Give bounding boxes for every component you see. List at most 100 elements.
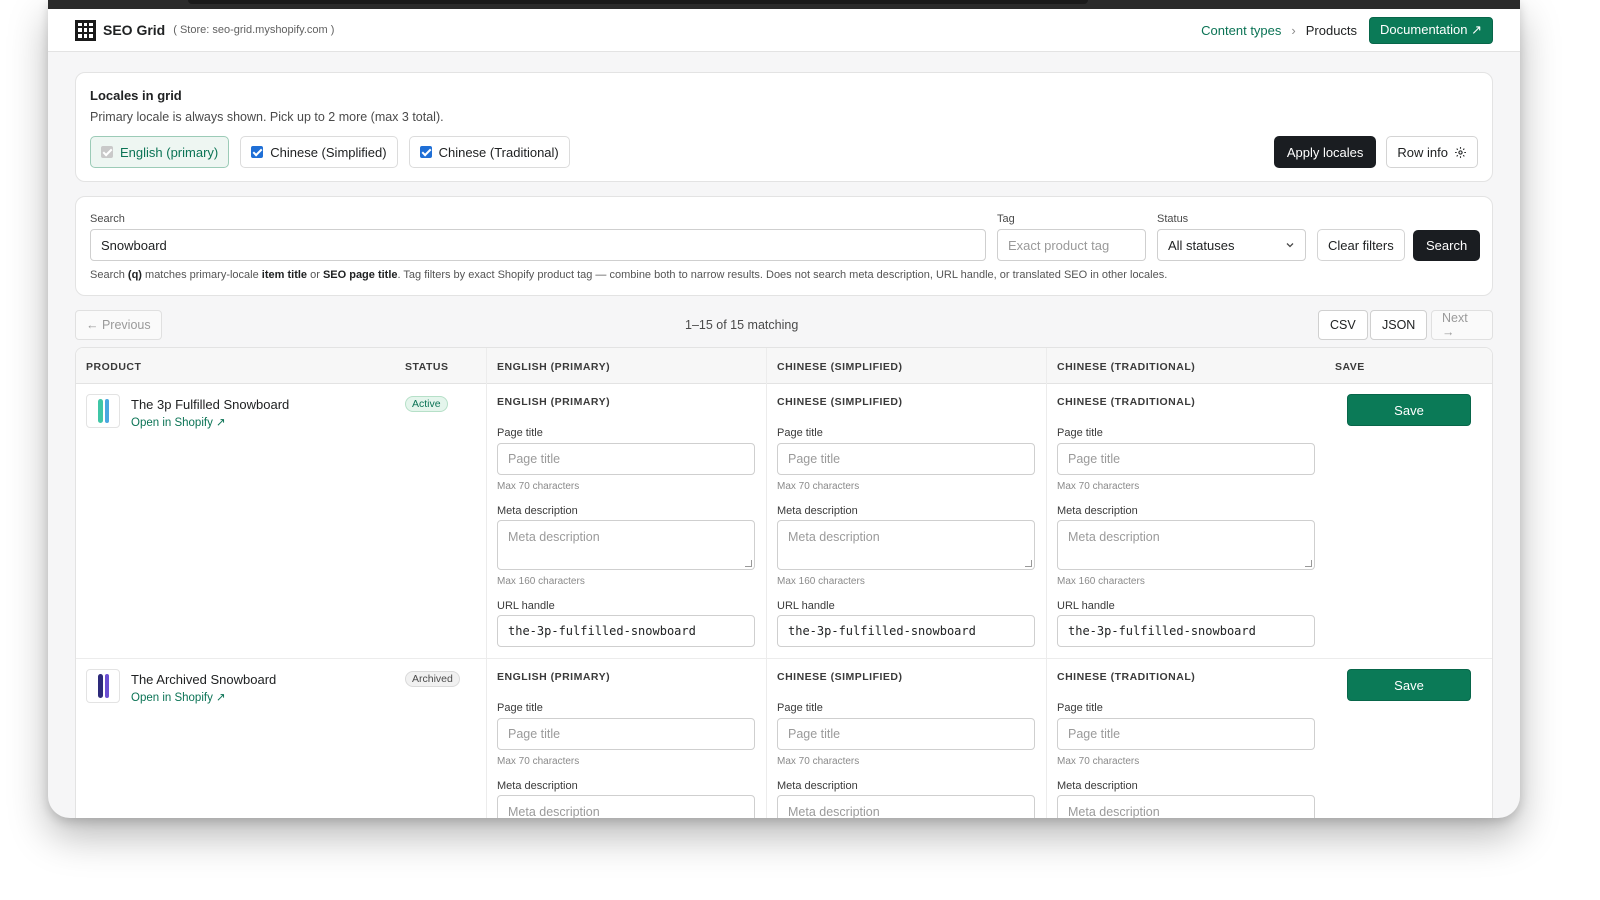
locale-chip-chinese-simplified[interactable]: Chinese (Simplified): [240, 136, 398, 168]
pagination-bar: ← Previous 1–15 of 15 matching CSV JSON …: [75, 310, 1493, 340]
product-name: The 3p Fulfilled Snowboard: [131, 397, 290, 412]
meta-description-input[interactable]: Meta description: [1057, 520, 1315, 570]
column-header-product: PRODUCT: [86, 361, 142, 373]
meta-description-label: Meta description: [497, 780, 578, 792]
app-logo-icon: [75, 19, 96, 41]
page-title-hint: Max 70 characters: [1057, 481, 1140, 492]
meta-description-label: Meta description: [777, 505, 858, 517]
table-row: The Archived Snowboard Open in Shopify ↗…: [76, 659, 1492, 818]
product-thumbnail[interactable]: [86, 394, 120, 428]
page-title-input[interactable]: Page title: [777, 718, 1035, 750]
previous-button[interactable]: ← Previous: [75, 310, 162, 340]
app-title: SEO Grid: [103, 22, 166, 38]
save-button[interactable]: Save: [1347, 394, 1471, 426]
app-window: SEO Grid ( Store: seo-grid.myshopify.com…: [48, 0, 1520, 818]
meta-description-input[interactable]: Meta description: [777, 795, 1035, 818]
chevron-down-icon: [1286, 243, 1294, 248]
csv-export-button[interactable]: CSV: [1318, 310, 1368, 340]
search-button[interactable]: Search: [1413, 230, 1481, 261]
documentation-button[interactable]: Documentation ↗: [1369, 16, 1493, 44]
status-select[interactable]: All statuses: [1157, 229, 1306, 261]
meta-description-input[interactable]: Meta description: [497, 795, 755, 818]
status-badge: Archived: [405, 671, 460, 687]
page-title-hint: Max 70 characters: [777, 756, 860, 767]
page-title-input[interactable]: Page title: [497, 443, 755, 475]
checkbox-icon: [101, 146, 113, 158]
breadcrumb-content-types[interactable]: Content types: [1201, 23, 1281, 38]
url-handle-input[interactable]: the-3p-fulfilled-snowboard: [1057, 615, 1315, 647]
locale-heading: CHINESE (TRADITIONAL): [1057, 671, 1196, 683]
column-header-english: ENGLISH (PRIMARY): [497, 361, 611, 373]
search-input[interactable]: Snowboard: [90, 229, 986, 261]
top-bar: SEO Grid ( Store: seo-grid.myshopify.com…: [48, 9, 1520, 52]
url-handle-input[interactable]: the-3p-fulfilled-snowboard: [777, 615, 1035, 647]
page-title-hint: Max 70 characters: [777, 481, 860, 492]
table-header: PRODUCT STATUS ENGLISH (PRIMARY) CHINESE…: [76, 348, 1492, 384]
gear-icon: [1455, 146, 1466, 158]
product-thumbnail[interactable]: [86, 669, 120, 703]
checkbox-icon[interactable]: [419, 146, 432, 158]
page-title-label: Page title: [777, 702, 823, 714]
products-table: PRODUCT STATUS ENGLISH (PRIMARY) CHINESE…: [75, 347, 1493, 818]
open-in-shopify-link[interactable]: Open in Shopify ↗: [131, 415, 226, 429]
locale-chip-english[interactable]: English (primary): [90, 136, 230, 168]
locale-heading: CHINESE (SIMPLIFIED): [777, 671, 903, 683]
url-handle-input[interactable]: the-3p-fulfilled-snowboard: [497, 615, 755, 647]
status-badge: Active: [405, 396, 448, 412]
clear-filters-button[interactable]: Clear filters: [1317, 229, 1405, 261]
locale-heading: ENGLISH (PRIMARY): [497, 671, 611, 683]
page-title-input[interactable]: Page title: [497, 718, 755, 750]
column-header-save: SAVE: [1335, 361, 1365, 373]
result-count: 1–15 of 15 matching: [685, 318, 799, 332]
page-title-hint: Max 70 characters: [497, 756, 580, 767]
table-row: The 3p Fulfilled Snowboard Open in Shopi…: [76, 384, 1492, 659]
locale-heading: CHINESE (SIMPLIFIED): [777, 396, 903, 408]
page-title-input[interactable]: Page title: [1057, 718, 1315, 750]
save-button[interactable]: Save: [1347, 669, 1471, 701]
tag-input[interactable]: Exact product tag: [997, 229, 1146, 261]
checkbox-icon[interactable]: [251, 146, 264, 158]
row-info-button[interactable]: Row info: [1386, 136, 1478, 168]
locale-heading: ENGLISH (PRIMARY): [497, 396, 611, 408]
column-header-chinese-traditional: CHINESE (TRADITIONAL): [1057, 361, 1196, 373]
status-label: Status: [1157, 213, 1189, 225]
search-help-text: Search (q) matches primary-locale item t…: [90, 269, 1168, 281]
page-title-label: Page title: [1057, 427, 1103, 439]
meta-description-label: Meta description: [1057, 505, 1138, 517]
page-title-label: Page title: [1057, 702, 1103, 714]
json-export-button[interactable]: JSON: [1370, 310, 1428, 340]
page-title-input[interactable]: Page title: [1057, 443, 1315, 475]
snowboard-image-part: [104, 399, 109, 423]
breadcrumb-products: Products: [1305, 22, 1358, 38]
meta-description-hint: Max 160 characters: [497, 576, 585, 587]
search-card: Search Snowboard Tag Exact product tag S…: [75, 196, 1493, 296]
meta-description-label: Meta description: [497, 505, 578, 517]
column-header-chinese-simplified: CHINESE (SIMPLIFIED): [777, 361, 903, 373]
next-button[interactable]: Next →: [1431, 310, 1493, 340]
meta-description-input[interactable]: Meta description: [777, 520, 1035, 570]
meta-description-hint: Max 160 characters: [1057, 576, 1145, 587]
locale-chip-label: Chinese (Simplified): [270, 144, 387, 160]
product-name: The Archived Snowboard: [131, 672, 277, 687]
breadcrumb: Content types › Products Documentation ↗: [1201, 16, 1493, 44]
browser-chrome: [48, 0, 1520, 9]
status-select-value: All statuses: [1168, 237, 1235, 253]
open-in-shopify-link[interactable]: Open in Shopify ↗: [131, 690, 226, 704]
locale-chip-label: English (primary): [120, 144, 219, 160]
meta-description-input[interactable]: Meta description: [497, 520, 755, 570]
tag-label: Tag: [997, 213, 1015, 225]
apply-locales-button[interactable]: Apply locales: [1273, 136, 1377, 168]
url-handle-label: URL handle: [1057, 600, 1115, 612]
locale-chip-chinese-traditional[interactable]: Chinese (Traditional): [408, 136, 570, 168]
page-title-hint: Max 70 characters: [497, 481, 580, 492]
locales-subtitle: Primary locale is always shown. Pick up …: [90, 110, 444, 124]
meta-description-input[interactable]: Meta description: [1057, 795, 1315, 818]
chevron-right-icon: ›: [1291, 22, 1296, 38]
page-title-input[interactable]: Page title: [777, 443, 1035, 475]
page-title-label: Page title: [497, 702, 543, 714]
locale-chips: English (primary) Chinese (Simplified) C…: [90, 136, 570, 168]
search-label: Search: [90, 213, 125, 225]
locale-heading: CHINESE (TRADITIONAL): [1057, 396, 1196, 408]
row-info-label: Row info: [1397, 144, 1448, 160]
url-handle-label: URL handle: [777, 600, 835, 612]
